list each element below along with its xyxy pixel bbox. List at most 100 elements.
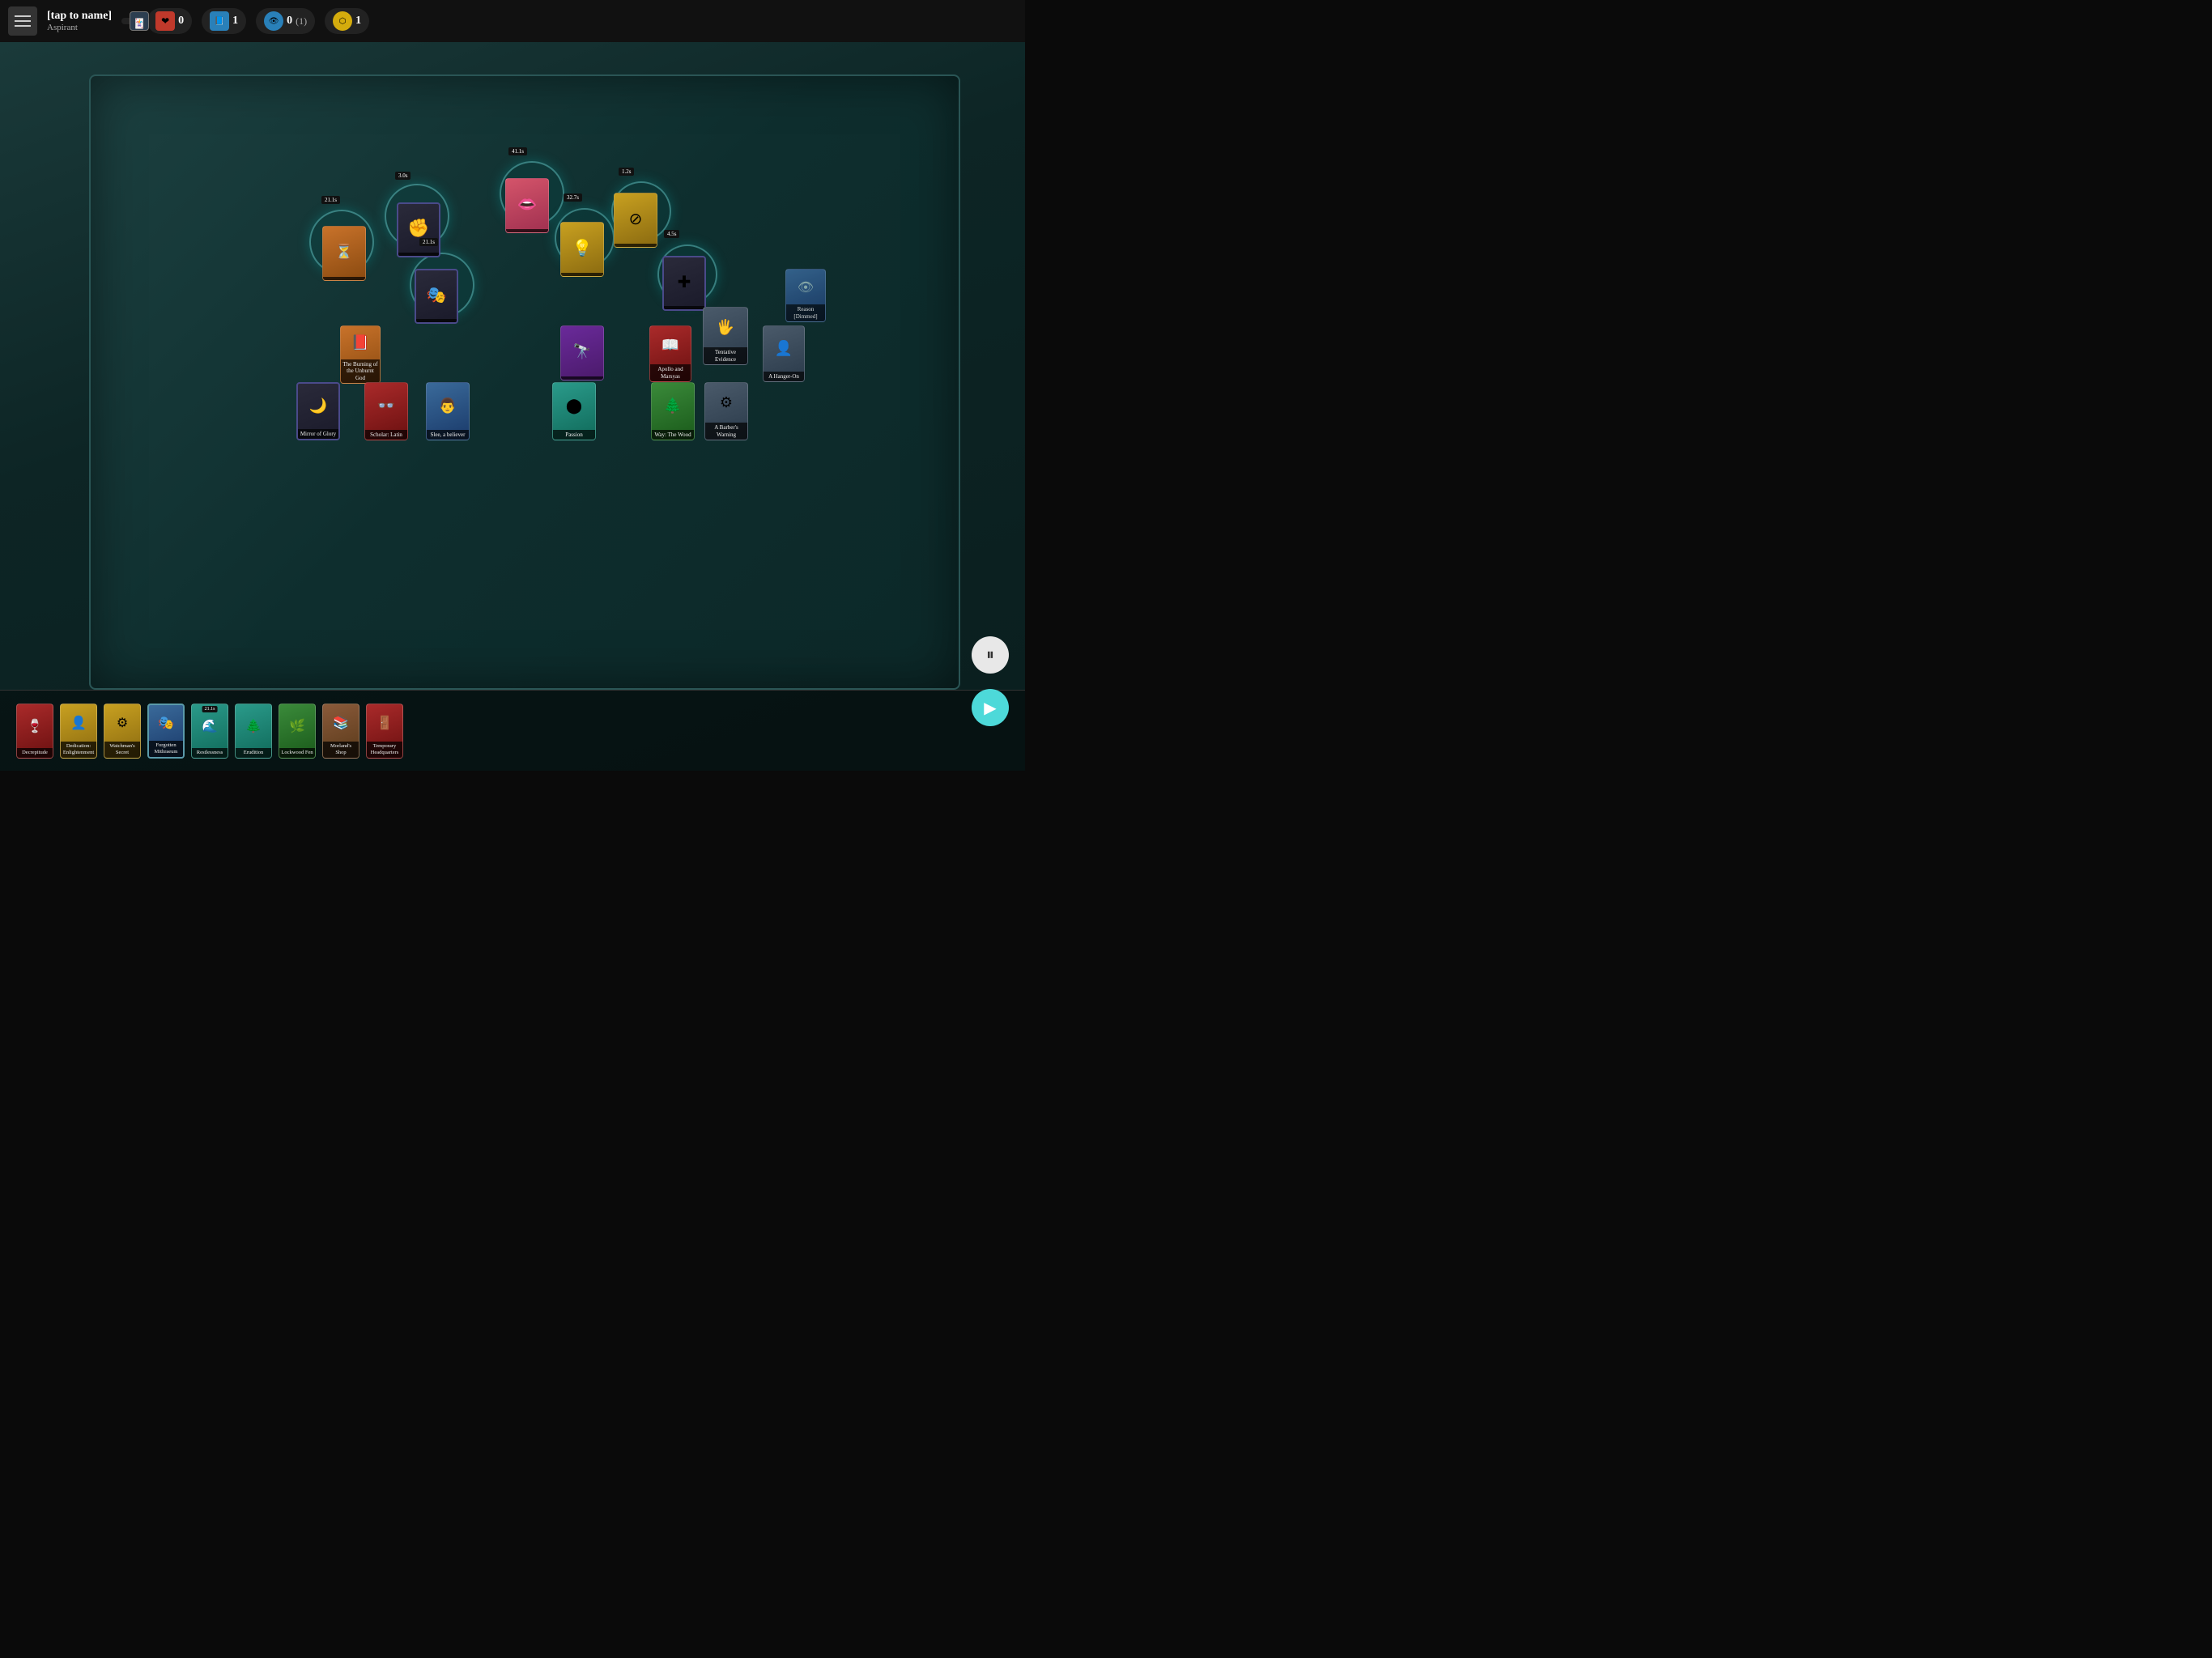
erudition-icon: 🌲 bbox=[236, 704, 271, 748]
pause-button[interactable]: ⏸ bbox=[972, 636, 1009, 674]
card-way-wood[interactable]: 🌲 Way: The Wood bbox=[651, 382, 695, 440]
hanger-label: A Hanger-On bbox=[764, 372, 804, 381]
heart-value: 0 bbox=[178, 15, 184, 28]
card-mask[interactable]: 🎭 bbox=[415, 269, 458, 324]
compass-label bbox=[664, 306, 704, 309]
reason-label: Reason [Dimmed] bbox=[786, 304, 825, 321]
stat-eye: 👁 0 (1) bbox=[256, 8, 315, 34]
slee-label: Slee, a believer bbox=[427, 430, 469, 440]
eye-extra: (1) bbox=[296, 15, 307, 28]
stat-gold: ⬡ 1 bbox=[325, 8, 369, 34]
timer-slot6: 21.1s bbox=[419, 238, 438, 246]
scholar-label: Scholar: Latin bbox=[365, 430, 407, 440]
decrepitude-label: Decrepitude bbox=[17, 748, 53, 758]
barbers-label: A Barber's Warning bbox=[705, 423, 747, 440]
card-hanger[interactable]: 👤 A Hanger-On bbox=[763, 325, 805, 382]
card-icon: 🃏 bbox=[130, 11, 149, 31]
lips-icon: 👄 bbox=[506, 179, 548, 229]
restlessness-label: Restlessness bbox=[192, 748, 228, 758]
bottom-card-restlessness[interactable]: 21.1s 🌊 Restlessness bbox=[191, 704, 228, 759]
lips-label bbox=[506, 229, 548, 232]
card-barbers[interactable]: ⚙ A Barber's Warning bbox=[704, 382, 748, 440]
card-scope[interactable]: 🔭 bbox=[560, 325, 604, 380]
hourglass-label bbox=[323, 277, 365, 280]
lockwood-icon: 🌿 bbox=[279, 704, 315, 748]
card-burning[interactable]: 📕 The Burning of the Unburnt God bbox=[340, 325, 381, 384]
bottom-card-lockwood[interactable]: 🌿 Lockwood Fen bbox=[279, 704, 316, 759]
bottom-shelf: 🍷 Decrepitude 👤 Dedication: Enlightenmen… bbox=[0, 690, 1025, 771]
stat-heart: ❤ 0 bbox=[147, 8, 192, 34]
timer-slot7: 4.5s bbox=[664, 230, 679, 238]
tentative-label: Tentative Evidence bbox=[704, 347, 747, 364]
player-info: [tap to name] Aspirant bbox=[47, 10, 112, 32]
blue-value: 1 bbox=[232, 15, 238, 28]
tentative-icon: 🖐 bbox=[704, 308, 747, 347]
card-fist[interactable]: ✊ bbox=[397, 202, 440, 257]
apollo-label: Apollo and Marsyas bbox=[650, 364, 691, 381]
mirror-label: Mirror of Glory bbox=[298, 429, 338, 439]
burning-icon: 📕 bbox=[341, 326, 380, 359]
dedication-label: Dedication: Enlightenment bbox=[61, 742, 96, 758]
lightbulb-icon: 💡 bbox=[561, 223, 603, 273]
gold-icon: ⬡ bbox=[333, 11, 352, 31]
card-scholar[interactable]: 👓 Scholar: Latin bbox=[364, 382, 408, 440]
bottom-card-decrepitude[interactable]: 🍷 Decrepitude bbox=[16, 704, 53, 759]
burning-label: The Burning of the Unburnt God bbox=[341, 359, 380, 383]
way-wood-icon: 🌲 bbox=[652, 383, 694, 430]
play-button[interactable]: ▶ bbox=[972, 689, 1009, 726]
gold-value: 1 bbox=[355, 15, 361, 28]
bottom-card-watchman[interactable]: ⚙ Watchman's Secret bbox=[104, 704, 141, 759]
blue-icon: 📘 bbox=[210, 11, 229, 31]
card-compass[interactable]: ✚ bbox=[662, 256, 706, 311]
mirror-icon: 🌙 bbox=[298, 384, 338, 429]
bottom-card-forgotten[interactable]: 🎭 Forgotten Mithraeum bbox=[147, 704, 185, 759]
heart-icon: ❤ bbox=[155, 11, 175, 31]
watchman-icon: ⚙ bbox=[104, 704, 140, 742]
card-slee[interactable]: 👨 Slee, a believer bbox=[426, 382, 470, 440]
apollo-icon: 📖 bbox=[650, 326, 691, 364]
erudition-label: Erudition bbox=[236, 748, 271, 758]
dedication-icon: 👤 bbox=[61, 704, 96, 742]
lightbulb-label bbox=[561, 273, 603, 276]
barbers-icon: ⚙ bbox=[705, 383, 747, 423]
player-name[interactable]: [tap to name] bbox=[47, 10, 112, 23]
eye-value: 0 bbox=[287, 15, 292, 28]
mask-icon: 🎭 bbox=[416, 270, 457, 319]
forgotten-label: Forgotten Mithraeum bbox=[149, 741, 183, 757]
hanger-icon: 👤 bbox=[764, 326, 804, 372]
hourglass-icon: ⏳ bbox=[323, 227, 365, 277]
card-apollo[interactable]: 📖 Apollo and Marsyas bbox=[649, 325, 691, 382]
card-lips[interactable]: 👄 bbox=[505, 178, 549, 233]
timer-slot1: 21.1s bbox=[321, 196, 340, 204]
card-passion[interactable]: ⬤ Passion bbox=[552, 382, 596, 440]
scope-label bbox=[561, 376, 603, 380]
player-title: Aspirant bbox=[47, 23, 112, 32]
timer-slot4: 32.7s bbox=[564, 193, 582, 202]
bottom-card-dedication[interactable]: 👤 Dedication: Enlightenment bbox=[60, 704, 97, 759]
bottom-card-erudition[interactable]: 🌲 Erudition bbox=[235, 704, 272, 759]
timer-slot5: 1.2s bbox=[619, 168, 634, 176]
bottom-card-morlands[interactable]: 📚 Morland's Shop bbox=[322, 704, 359, 759]
timer-slot2: 3.0s bbox=[395, 172, 410, 180]
restlessness-timer: 21.1s bbox=[202, 706, 218, 712]
eye-icon: 👁 bbox=[264, 11, 283, 31]
passion-label: Passion bbox=[553, 430, 595, 440]
card-lightbulb[interactable]: 💡 bbox=[560, 222, 604, 277]
reason-icon: 👁 bbox=[786, 270, 825, 304]
card-vinyl[interactable]: ⊘ bbox=[614, 193, 657, 248]
compass-icon: ✚ bbox=[664, 257, 704, 306]
card-hourglass[interactable]: ⏳ bbox=[322, 226, 366, 281]
decrepitude-icon: 🍷 bbox=[17, 704, 53, 748]
mask-label bbox=[416, 319, 457, 322]
card-reason[interactable]: 👁 Reason [Dimmed] bbox=[785, 269, 826, 322]
watchman-label: Watchman's Secret bbox=[104, 742, 140, 758]
table: 21.1s 3.0s 41.1s 32.7s 1.2s 21.1s 4.5s ⏳… bbox=[89, 74, 960, 690]
bottom-card-temporary[interactable]: 🚪 Temporary Headquarters bbox=[366, 704, 403, 759]
card-tentative[interactable]: 30.5s 🖐 Tentative Evidence bbox=[703, 307, 748, 365]
temporary-icon: 🚪 bbox=[367, 704, 402, 742]
menu-button[interactable] bbox=[8, 6, 37, 36]
passion-icon: ⬤ bbox=[553, 383, 595, 430]
card-mirror[interactable]: 🌙 Mirror of Glory bbox=[296, 382, 340, 440]
lockwood-label: Lockwood Fen bbox=[279, 748, 315, 758]
vinyl-label bbox=[615, 244, 657, 247]
